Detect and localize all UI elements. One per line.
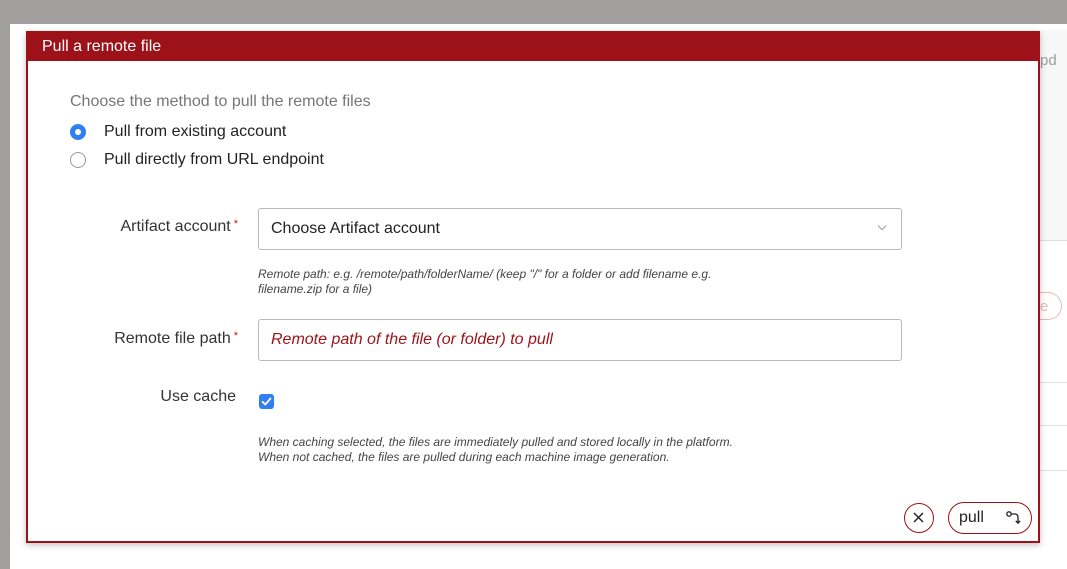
background-partial-text: pd — [1040, 52, 1057, 69]
background-divider — [1038, 425, 1067, 426]
required-marker: * — [233, 330, 238, 342]
use-cache-checkbox[interactable] — [259, 394, 274, 409]
radio-option-url-endpoint[interactable]: Pull directly from URL endpoint — [70, 151, 324, 169]
remote-file-path-label: Remote file path * — [114, 330, 238, 347]
checkmark-icon — [261, 397, 272, 406]
required-marker: * — [233, 218, 238, 230]
artifact-account-select[interactable]: Choose Artifact account — [258, 208, 902, 250]
remote-file-path-input[interactable] — [258, 319, 902, 361]
artifact-account-label: Artifact account * — [120, 218, 238, 235]
dialog-title: Pull a remote file — [28, 33, 1038, 61]
close-icon — [913, 512, 924, 523]
radio-selected[interactable] — [70, 124, 86, 140]
use-cache-label: Use cache — [160, 388, 236, 405]
cache-hint: When caching selected, the files are imm… — [258, 435, 733, 464]
radio-label: Pull directly from URL endpoint — [104, 151, 324, 168]
background-divider — [1038, 382, 1067, 383]
radio-label: Pull from existing account — [104, 123, 287, 140]
method-section-title: Choose the method to pull the remote fil… — [70, 93, 371, 110]
background-overlay — [10, 0, 1067, 24]
background-sidebar — [0, 0, 10, 569]
pull-icon — [1006, 511, 1021, 525]
cancel-button[interactable] — [904, 503, 934, 533]
background-divider — [1038, 470, 1067, 471]
radio-option-existing-account[interactable]: Pull from existing account — [70, 123, 286, 141]
pull-button-label: pull — [959, 509, 984, 526]
pull-remote-file-dialog: Pull a remote file Choose the method to … — [26, 31, 1040, 543]
pull-button[interactable]: pull — [948, 502, 1032, 534]
remote-path-hint: Remote path: e.g. /remote/path/folderNam… — [258, 267, 712, 296]
radio-unselected[interactable] — [70, 152, 86, 168]
chevron-down-icon — [877, 225, 887, 231]
select-value: Choose Artifact account — [271, 220, 440, 237]
